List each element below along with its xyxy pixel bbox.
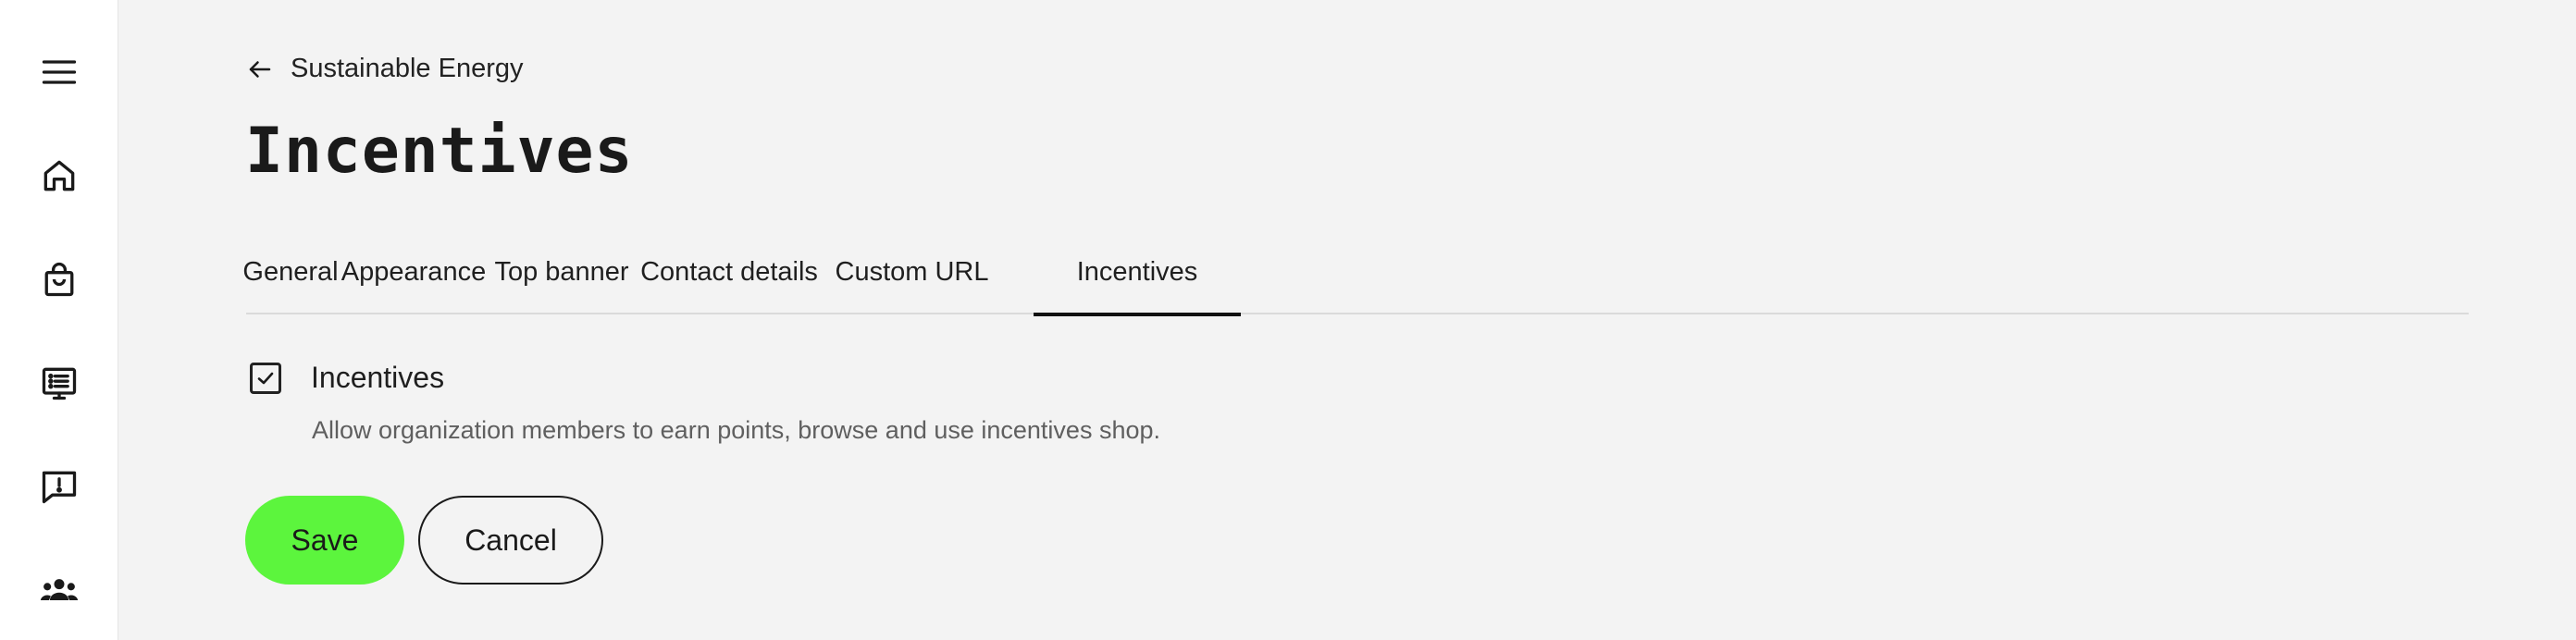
report-icon xyxy=(42,471,77,504)
incentives-checkbox-label: Incentives xyxy=(311,361,445,394)
shopping-bag-icon xyxy=(44,262,74,297)
sidebar-item-board[interactable] xyxy=(22,346,96,420)
menu-button[interactable] xyxy=(22,35,96,109)
tab-top-banner[interactable]: Top banner xyxy=(492,229,631,314)
sidebar-item-reports[interactable] xyxy=(22,449,96,523)
breadcrumb-back-link[interactable]: Sustainable Energy xyxy=(246,54,524,84)
main-content: Sustainable Energy Incentives General Ap… xyxy=(118,0,2576,640)
tab-general[interactable]: General xyxy=(242,229,338,314)
breadcrumb-label: Sustainable Energy xyxy=(291,54,524,83)
incentives-checkbox[interactable] xyxy=(250,362,281,394)
checkmark-icon xyxy=(257,372,274,384)
save-button[interactable]: Save xyxy=(245,496,404,585)
app-root: Sustainable Energy Incentives General Ap… xyxy=(0,0,2576,640)
tab-custom-url[interactable]: Custom URL xyxy=(827,229,997,314)
sidebar-item-home[interactable] xyxy=(22,139,96,213)
menu-icon xyxy=(42,60,77,84)
page-title: Incentives xyxy=(245,115,634,188)
sidebar xyxy=(0,0,118,640)
home-icon xyxy=(43,160,75,191)
group-icon xyxy=(40,579,79,600)
sidebar-item-groups[interactable] xyxy=(22,553,96,627)
cancel-button[interactable]: Cancel xyxy=(418,496,603,585)
incentives-help-text: Allow organization members to earn point… xyxy=(312,416,1160,444)
tab-appearance[interactable]: Appearance xyxy=(335,229,492,314)
settings-tabs: General Appearance Top banner Contact de… xyxy=(242,229,2469,316)
tab-incentives[interactable]: Incentives xyxy=(1034,229,1241,316)
arrow-left-icon xyxy=(249,60,271,78)
list-board-icon xyxy=(42,367,77,400)
sidebar-item-shop[interactable] xyxy=(22,242,96,316)
tab-contact-details[interactable]: Contact details xyxy=(631,229,827,314)
incentives-option: Incentives xyxy=(250,361,444,395)
